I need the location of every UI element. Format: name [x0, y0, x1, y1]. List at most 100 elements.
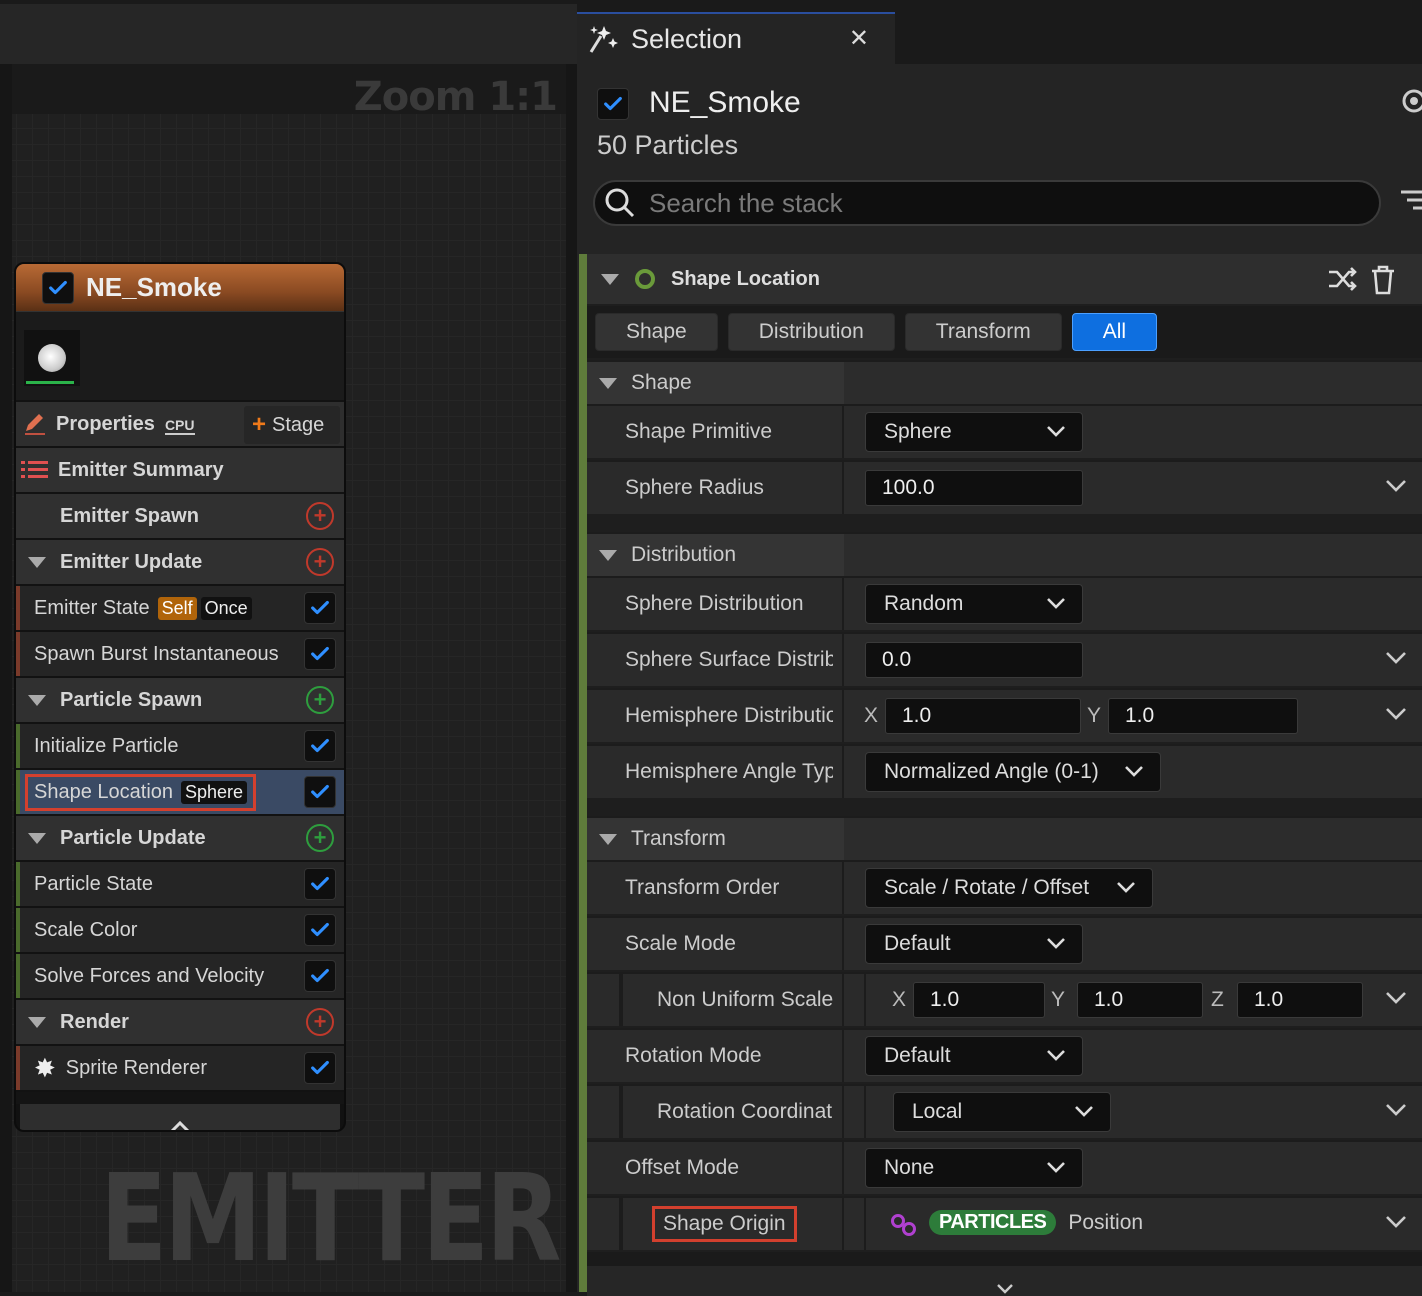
module-enable-checkbox[interactable] — [304, 638, 336, 670]
link-icon[interactable] — [889, 1212, 919, 1238]
emitter-node-header[interactable]: NE_Smoke — [16, 264, 344, 312]
scale-z-input[interactable]: 1.0 — [1237, 982, 1363, 1018]
stage-particle-update[interactable]: Particle Update + — [16, 814, 344, 860]
scale-x-input[interactable]: 1.0 — [913, 982, 1045, 1018]
scale-mode-dropdown[interactable]: Default — [865, 924, 1083, 964]
stage-emitter-update[interactable]: Emitter Update + — [16, 538, 344, 584]
stage-emitter-spawn[interactable]: Emitter Spawn + — [16, 492, 344, 538]
module-enable-checkbox[interactable] — [304, 776, 336, 808]
hemisphere-distribution-label: Hemisphere Distributio — [625, 704, 833, 727]
check-icon — [311, 968, 329, 983]
module-enable-checkbox[interactable] — [304, 730, 336, 762]
module-enable-checkbox[interactable] — [304, 1052, 336, 1084]
graph-canvas[interactable]: Zoom 1:1 EMITTER NE_Smoke Properties CPU… — [0, 0, 577, 1292]
chevron-down-icon — [1047, 938, 1065, 949]
list-icon — [21, 461, 48, 478]
module-initialize-particle[interactable]: Initialize Particle — [16, 722, 344, 768]
transform-order-dropdown[interactable]: Scale / Rotate / Offset — [865, 868, 1153, 908]
shuffle-icon[interactable] — [1327, 266, 1359, 292]
module-enable-checkbox[interactable] — [304, 914, 336, 946]
category-transform[interactable]: Transform — [587, 816, 1422, 860]
collapse-triangle-icon[interactable] — [599, 549, 617, 561]
module-sprite-renderer[interactable]: ✸ Sprite Renderer — [16, 1044, 344, 1090]
sphere-distribution-label: Sphere Distribution — [625, 592, 804, 615]
add-module-icon[interactable]: + — [306, 824, 334, 852]
sphere-distribution-dropdown[interactable]: Random — [865, 584, 1083, 624]
chevron-down-icon[interactable] — [1385, 478, 1407, 494]
transform-order-value: Scale / Rotate / Offset — [884, 876, 1090, 899]
stage-render[interactable]: Render + — [16, 998, 344, 1044]
collapse-node-button[interactable] — [20, 1104, 340, 1130]
scale-y-input[interactable]: 1.0 — [1077, 982, 1203, 1018]
filter-icon[interactable] — [1399, 186, 1422, 216]
module-accent-bar — [579, 254, 587, 1292]
sphere-radius-input[interactable]: 100.0 — [865, 470, 1083, 506]
module-header[interactable]: Shape Location — [587, 254, 1422, 304]
filter-tab-transform[interactable]: Transform — [904, 313, 1062, 351]
module-enable-checkbox[interactable] — [304, 592, 336, 624]
emitter-summary-row[interactable]: Emitter Summary — [16, 446, 344, 492]
module-spawn-burst-instantaneous[interactable]: Spawn Burst Instantaneous — [16, 630, 344, 676]
hemisphere-angle-dropdown[interactable]: Normalized Angle (0-1) — [865, 752, 1161, 792]
collapse-triangle-icon[interactable] — [601, 273, 619, 285]
add-module-icon[interactable]: + — [306, 686, 334, 714]
emitter-thumbnail[interactable] — [24, 330, 80, 386]
filter-tab-distribution[interactable]: Distribution — [727, 313, 895, 351]
collapse-triangle-icon[interactable] — [28, 832, 46, 844]
scale-mode-value: Default — [884, 932, 951, 955]
selection-panel: Selection ✕ NE_Smoke 50 Particles Shape … — [577, 0, 1422, 1296]
collapse-triangle-icon[interactable] — [599, 833, 617, 845]
emitter-enabled-checkbox[interactable] — [597, 88, 629, 120]
add-module-icon[interactable]: + — [306, 1008, 334, 1036]
add-module-icon[interactable]: + — [306, 502, 334, 530]
rotation-mode-dropdown[interactable]: Default — [865, 1036, 1083, 1076]
search-box[interactable] — [593, 180, 1381, 226]
sphere-surface-input[interactable]: 0.0 — [865, 642, 1083, 678]
collapse-triangle-icon[interactable] — [28, 1016, 46, 1028]
collapse-triangle-icon[interactable] — [28, 556, 46, 568]
stage-particle-spawn[interactable]: Particle Spawn + — [16, 676, 344, 722]
chevron-down-icon[interactable] — [1385, 650, 1407, 666]
close-icon[interactable]: ✕ — [849, 24, 869, 52]
hemisphere-x-input[interactable]: 1.0 — [885, 698, 1081, 734]
shape-origin-binding[interactable]: PARTICLES Position — [929, 1210, 1143, 1235]
module-enable-checkbox[interactable] — [304, 868, 336, 900]
category-distribution[interactable]: Distribution — [587, 532, 1422, 576]
filter-tab-shape[interactable]: Shape — [595, 313, 718, 351]
module-emitter-state[interactable]: Emitter State Self Once — [16, 584, 344, 630]
hemisphere-y-input[interactable]: 1.0 — [1108, 698, 1298, 734]
emitter-node[interactable]: NE_Smoke Properties CPU + Stage Emitter … — [14, 262, 346, 1132]
chevron-down-icon[interactable] — [1385, 1102, 1407, 1118]
graph-toolbar — [0, 0, 577, 64]
shape-primitive-dropdown[interactable]: Sphere — [865, 412, 1083, 452]
chevron-down-icon[interactable] — [1385, 990, 1407, 1006]
row-shape-origin: Shape Origin PARTICLES Position — [587, 1196, 1422, 1250]
check-icon — [49, 280, 67, 294]
search-input[interactable] — [649, 187, 1349, 219]
selection-tab[interactable]: Selection ✕ — [577, 12, 895, 64]
collapse-triangle-icon[interactable] — [28, 694, 46, 706]
chevron-down-icon[interactable] — [1385, 706, 1407, 722]
properties-label: Properties — [56, 412, 155, 435]
emitter-enable-checkbox[interactable] — [42, 271, 74, 304]
properties-row[interactable]: Properties CPU + Stage — [16, 400, 344, 446]
filter-tab-all[interactable]: All — [1071, 313, 1158, 351]
add-stage-button[interactable]: + Stage — [244, 406, 340, 444]
module-solve-forces-and-velocity[interactable]: Solve Forces and Velocity — [16, 952, 344, 998]
scale-x-value: 1.0 — [930, 988, 960, 1011]
trash-icon[interactable] — [1369, 264, 1397, 296]
module-shape-location[interactable]: Shape Location Sphere — [16, 768, 344, 814]
collapse-triangle-icon[interactable] — [599, 377, 617, 389]
category-shape[interactable]: Shape — [587, 360, 1422, 404]
row-scale-mode: Scale Mode Default — [587, 916, 1422, 970]
selection-tab-title: Selection — [631, 23, 743, 54]
chevron-down-icon[interactable] — [1385, 1214, 1407, 1230]
offset-mode-dropdown[interactable]: None — [865, 1148, 1083, 1188]
rotation-coordinate-dropdown[interactable]: Local — [893, 1092, 1111, 1132]
gear-icon[interactable] — [1399, 86, 1422, 116]
module-particle-state[interactable]: Particle State — [16, 860, 344, 906]
module-scale-color[interactable]: Scale Color — [16, 906, 344, 952]
add-module-icon[interactable]: + — [306, 548, 334, 576]
hemisphere-x-value: 1.0 — [902, 704, 932, 727]
module-enable-checkbox[interactable] — [304, 960, 336, 992]
